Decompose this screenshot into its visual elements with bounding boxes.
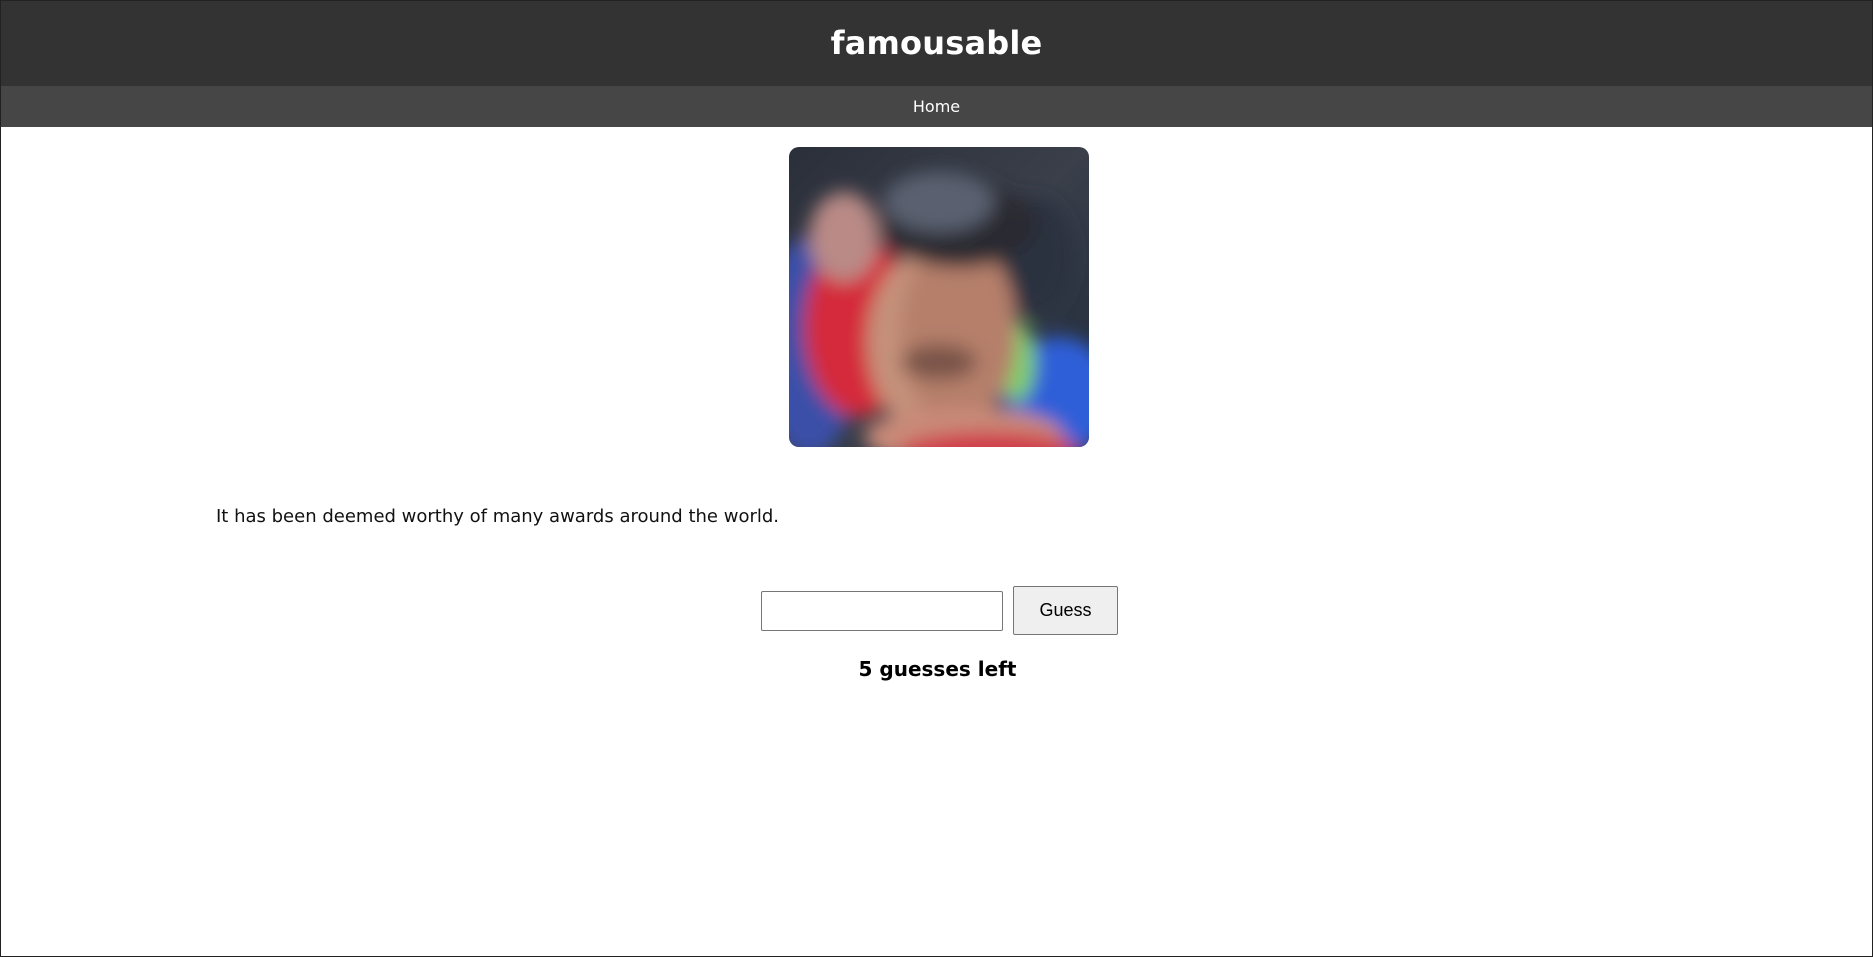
blurred-photo-image — [789, 147, 1089, 447]
site-header: famousable — [1, 1, 1872, 86]
hint-text: It has been deemed worthy of many awards… — [216, 506, 780, 527]
celebrity-photo — [789, 147, 1089, 447]
guess-form: Guess — [761, 586, 1118, 635]
site-title: famousable — [830, 23, 1043, 62]
nav-home-link[interactable]: Home — [913, 97, 960, 116]
guesses-left-status: 5 guesses left — [858, 657, 1017, 681]
page-frame: famousable Home It has been deemed worth… — [0, 0, 1873, 957]
guess-input[interactable] — [761, 590, 1003, 631]
guess-button[interactable]: Guess — [1013, 586, 1118, 635]
nav-bar: Home — [1, 86, 1872, 127]
